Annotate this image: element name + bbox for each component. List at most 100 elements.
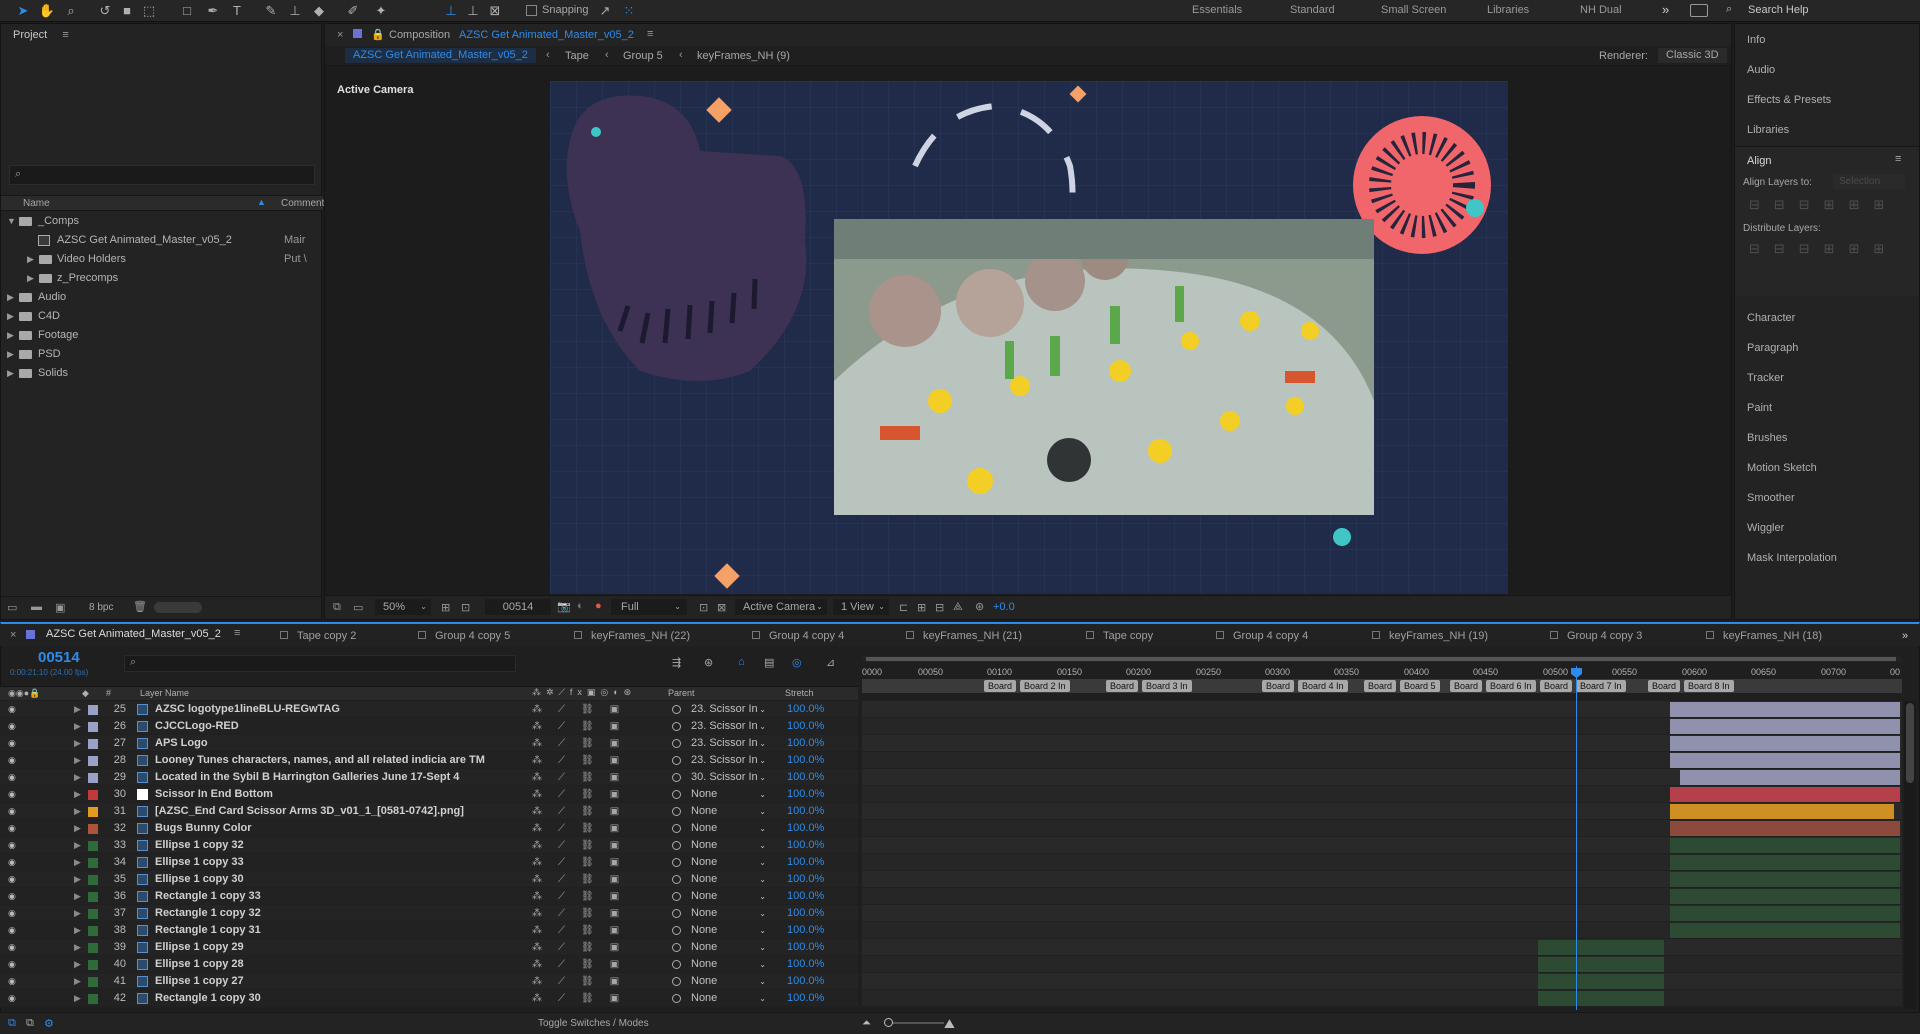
timeline-tab-3[interactable]: keyFrames_NH (22) xyxy=(574,626,690,646)
current-timecode[interactable]: 00514 xyxy=(38,649,80,666)
expand-down-icon[interactable]: ▼ xyxy=(7,212,17,231)
zoom-in-icon[interactable]: ⛰ xyxy=(944,1016,955,1032)
layer-duration-bar[interactable] xyxy=(1670,736,1900,751)
comp-canvas[interactable] xyxy=(550,81,1508,594)
workspace-standard[interactable]: Standard xyxy=(1290,4,1335,16)
region-of-interest-icon[interactable]: ⊡ xyxy=(461,601,470,614)
fast-previews-icon[interactable]: ⊡ xyxy=(699,601,708,614)
layer-duration-bar[interactable] xyxy=(1670,889,1900,904)
roto-brush-tool-icon[interactable]: ✐ xyxy=(344,2,362,20)
zoom-out-icon[interactable]: ⏶ xyxy=(862,1017,871,1030)
panel-paragraph[interactable]: Paragraph xyxy=(1747,342,1798,354)
layer-duration-bar[interactable] xyxy=(1670,821,1900,836)
layer-duration-bar[interactable] xyxy=(1538,991,1664,1006)
draft-3d-toggle-icon[interactable]: ⊛ xyxy=(704,656,713,669)
timeline-scrollbar[interactable] xyxy=(1904,701,1916,1009)
timeline-zoom-slider[interactable] xyxy=(884,1022,944,1024)
workspace-libraries[interactable]: Libraries xyxy=(1487,4,1529,16)
workspace-overflow-icon[interactable]: » xyxy=(1662,2,1669,17)
fit-icon[interactable]: ⊞ xyxy=(441,601,450,614)
lock-icon[interactable]: 🔒 xyxy=(371,28,385,41)
local-axis-icon[interactable]: ⊥ xyxy=(442,2,460,20)
snap-grid-icon[interactable]: ⁙ xyxy=(620,2,638,20)
panel-audio[interactable]: Audio xyxy=(1747,64,1775,76)
layer-duration-bar[interactable] xyxy=(1670,804,1894,819)
layer-duration-bar[interactable] xyxy=(1670,872,1900,887)
layer-duration-bar[interactable] xyxy=(1670,838,1900,853)
panel-menu-icon[interactable]: ≡ xyxy=(62,29,68,41)
timeline-tab-8[interactable]: keyFrames_NH (19) xyxy=(1372,626,1488,646)
puppet-pin-tool-icon[interactable]: ✦ xyxy=(372,2,390,20)
panel-menu-icon[interactable]: ≡ xyxy=(1895,153,1901,165)
layer-duration-bar[interactable] xyxy=(1538,957,1664,972)
panel-smoother[interactable]: Smoother xyxy=(1747,492,1795,504)
layer-duration-bar[interactable] xyxy=(1670,906,1900,921)
rotate-tool-icon[interactable]: ↺ xyxy=(96,2,114,20)
zoom-tool-icon[interactable]: ⌕ xyxy=(62,2,80,20)
tree-item-footage[interactable]: ▶ Footage xyxy=(1,326,319,345)
timeline-tab-4[interactable]: Group 4 copy 4 xyxy=(752,626,844,646)
marker-board[interactable]: Board xyxy=(984,680,1017,692)
search-help-input[interactable]: Search Help xyxy=(1748,4,1809,16)
timeline-tab-0[interactable]: AZSC Get Animated_Master_v05_2 xyxy=(46,628,221,640)
marker-board-2-in[interactable]: Board 2 In xyxy=(1020,680,1070,692)
distribute-buttons-icon[interactable]: ⊟⊟⊟⊞⊞⊞ xyxy=(1749,241,1898,257)
timeline-tab-6[interactable]: Tape copy xyxy=(1086,626,1153,646)
project-search-input[interactable]: ⌕ xyxy=(9,165,315,185)
brush-tool-icon[interactable]: ✎ xyxy=(262,2,280,20)
playhead[interactable] xyxy=(1576,666,1577,1010)
timeline-zoom-handle[interactable] xyxy=(884,1018,893,1027)
selection-tool-icon[interactable]: ➤ xyxy=(14,2,32,20)
panel-tracker[interactable]: Tracker xyxy=(1747,372,1784,384)
expand-right-icon[interactable]: ▶ xyxy=(7,326,17,345)
3d-ground-icon[interactable]: ⟁ xyxy=(953,601,963,614)
panel-character[interactable]: Character xyxy=(1747,312,1795,324)
layer-duration-bar[interactable] xyxy=(1680,770,1900,785)
tree-item-video-holders[interactable]: ▶ Video Holders Put \ xyxy=(1,250,319,269)
panel-wiggler[interactable]: Wiggler xyxy=(1747,522,1784,534)
marker-board[interactable]: Board xyxy=(1262,680,1295,692)
layer-duration-bar[interactable] xyxy=(1538,974,1664,989)
view-axis-icon[interactable]: ⊠ xyxy=(486,2,504,20)
marker-board-7-in[interactable]: Board 7 In xyxy=(1576,680,1626,692)
align-buttons-icon[interactable]: ⊟⊟⊟⊞⊞⊞ xyxy=(1749,197,1898,213)
bit-depth-label[interactable]: 8 bpc xyxy=(89,602,113,613)
marker-board-4-in[interactable]: Board 4 In xyxy=(1298,680,1348,692)
renderer-value[interactable]: Classic 3D xyxy=(1658,48,1727,63)
transfer-controls-toggle-icon[interactable]: ⧉ xyxy=(26,1017,34,1030)
marker-board[interactable]: Board xyxy=(1364,680,1397,692)
expand-right-icon[interactable]: ▶ xyxy=(7,345,17,364)
panel-info[interactable]: Info xyxy=(1747,34,1765,46)
breadcrumb-tape[interactable]: Tape xyxy=(565,50,589,62)
timeline-tab-7[interactable]: Group 4 copy 4 xyxy=(1216,626,1308,646)
panel-brushes[interactable]: Brushes xyxy=(1747,432,1787,444)
expand-right-icon[interactable]: ▶ xyxy=(27,250,37,269)
close-icon[interactable]: × xyxy=(337,29,343,41)
column-name[interactable]: Name xyxy=(23,198,50,209)
layer-duration-bar[interactable] xyxy=(1670,855,1900,870)
zoom-select[interactable]: 50% ⌄ xyxy=(375,599,431,615)
panel-menu-icon[interactable]: ≡ xyxy=(234,627,240,639)
new-comp-icon[interactable]: ▣ xyxy=(55,601,65,614)
breadcrumb-master[interactable]: AZSC Get Animated_Master_v05_2 xyxy=(345,48,536,63)
transparency-grid-icon[interactable]: ⊠ xyxy=(717,601,726,614)
pen-tool-icon[interactable]: ✒ xyxy=(204,2,222,20)
clone-stamp-tool-icon[interactable]: ⊥ xyxy=(286,2,304,20)
always-preview-icon[interactable]: ⧉ xyxy=(333,601,341,614)
view-layout-select[interactable]: 1 View ⌄ xyxy=(833,599,889,615)
rectangle-tool-icon[interactable]: □ xyxy=(178,2,196,20)
marker-board[interactable]: Board xyxy=(1106,680,1139,692)
expand-right-icon[interactable]: ▶ xyxy=(27,269,37,288)
pan-behind-tool-icon[interactable]: ⬚ xyxy=(140,2,158,20)
layer-search-input[interactable]: ⌕ xyxy=(124,655,516,672)
panel-mask-interpolation[interactable]: Mask Interpolation xyxy=(1747,552,1837,564)
camera-tool-icon[interactable]: ■ xyxy=(118,2,136,20)
marker-board-5[interactable]: Board 5 xyxy=(1400,680,1440,692)
layer-duration-bar[interactable] xyxy=(1670,702,1900,717)
snap-extend-icon[interactable]: ↗ xyxy=(596,2,614,20)
tree-item-solids[interactable]: ▶ Solids xyxy=(1,364,319,383)
world-axis-icon[interactable]: ⊥ xyxy=(464,2,482,20)
expand-right-icon[interactable]: ▶ xyxy=(7,288,17,307)
viewer-timecode[interactable]: 00514 xyxy=(485,599,551,615)
exposure-value[interactable]: +0.0 xyxy=(993,601,1015,613)
